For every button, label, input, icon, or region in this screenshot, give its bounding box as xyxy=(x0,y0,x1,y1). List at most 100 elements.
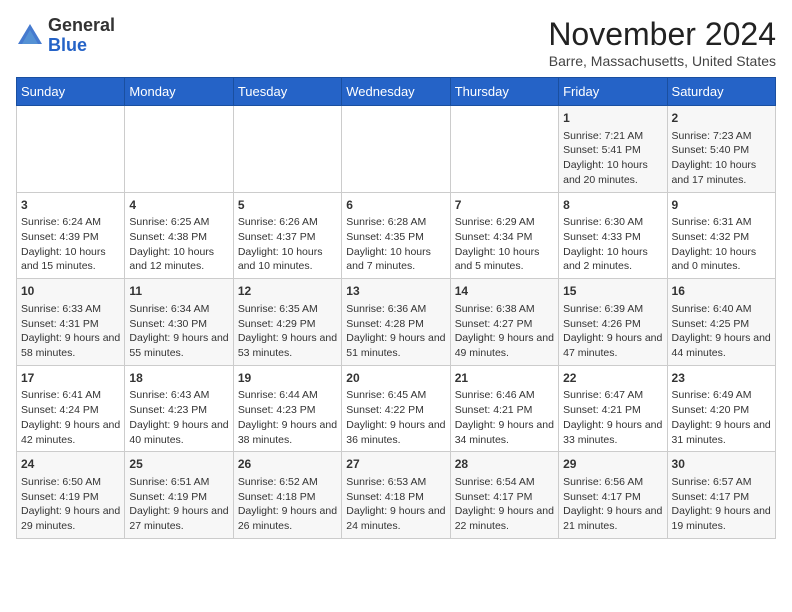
day-number: 14 xyxy=(455,283,554,300)
day-info: Daylight: 10 hours and 10 minutes. xyxy=(238,245,337,274)
calendar-cell xyxy=(342,106,450,193)
day-info: Daylight: 9 hours and 40 minutes. xyxy=(129,418,228,447)
day-info: Daylight: 9 hours and 21 minutes. xyxy=(563,504,662,533)
day-info: Sunset: 4:19 PM xyxy=(129,490,228,505)
day-info: Daylight: 10 hours and 17 minutes. xyxy=(672,158,771,187)
logo-general-text: General xyxy=(48,16,115,36)
day-info: Sunset: 4:20 PM xyxy=(672,403,771,418)
day-info: Sunrise: 6:31 AM xyxy=(672,215,771,230)
weekday-tuesday: Tuesday xyxy=(233,78,341,106)
day-info: Sunset: 4:39 PM xyxy=(21,230,120,245)
day-info: Daylight: 10 hours and 12 minutes. xyxy=(129,245,228,274)
day-info: Daylight: 9 hours and 58 minutes. xyxy=(21,331,120,360)
day-number: 25 xyxy=(129,456,228,473)
title-area: November 2024 Barre, Massachusetts, Unit… xyxy=(548,16,776,69)
calendar-cell: 20Sunrise: 6:45 AMSunset: 4:22 PMDayligh… xyxy=(342,365,450,452)
day-info: Sunset: 4:30 PM xyxy=(129,317,228,332)
day-info: Sunset: 4:35 PM xyxy=(346,230,445,245)
calendar-cell: 24 Sunrise: 6:50 AMSunset: 4:19 PMDayligh… xyxy=(17,452,125,539)
calendar-header: SundayMondayTuesdayWednesdayThursdayFrid… xyxy=(17,78,776,106)
day-number: 5 xyxy=(238,197,337,214)
day-info: Sunset: 5:40 PM xyxy=(672,143,771,158)
day-info: Sunrise: 6:41 AM xyxy=(21,388,120,403)
day-number: 22 xyxy=(563,370,662,387)
day-number: 29 xyxy=(563,456,662,473)
day-number: 2 xyxy=(672,110,771,127)
weekday-sunday: Sunday xyxy=(17,78,125,106)
day-info: Sunset: 4:37 PM xyxy=(238,230,337,245)
day-number: 21 xyxy=(455,370,554,387)
day-info: Sunset: 4:29 PM xyxy=(238,317,337,332)
day-info: Sunrise: 6:47 AM xyxy=(563,388,662,403)
calendar-cell: 25Sunrise: 6:51 AMSunset: 4:19 PMDayligh… xyxy=(125,452,233,539)
day-number: 20 xyxy=(346,370,445,387)
calendar-cell xyxy=(125,106,233,193)
calendar-cell: 21Sunrise: 6:46 AMSunset: 4:21 PMDayligh… xyxy=(450,365,558,452)
day-info: Sunset: 4:18 PM xyxy=(346,490,445,505)
day-info: Sunrise: 6:35 AM xyxy=(238,302,337,317)
day-number: 18 xyxy=(129,370,228,387)
day-info: Sunset: 4:23 PM xyxy=(129,403,228,418)
week-row-3: 10Sunrise: 6:33 AMSunset: 4:31 PMDayligh… xyxy=(17,279,776,366)
logo-icon xyxy=(16,22,44,50)
day-info: Sunset: 4:19 PM xyxy=(21,490,120,505)
calendar-cell: 2Sunrise: 7:23 AMSunset: 5:40 PMDaylight… xyxy=(667,106,775,193)
calendar-cell: 8Sunrise: 6:30 AMSunset: 4:33 PMDaylight… xyxy=(559,192,667,279)
day-info: Sunset: 4:17 PM xyxy=(563,490,662,505)
day-info: Daylight: 10 hours and 2 minutes. xyxy=(563,245,662,274)
day-info: Sunrise: 6:54 AM xyxy=(455,475,554,490)
day-number: 17 xyxy=(21,370,120,387)
calendar-cell: 16Sunrise: 6:40 AMSunset: 4:25 PMDayligh… xyxy=(667,279,775,366)
calendar-subtitle: Barre, Massachusetts, United States xyxy=(548,53,776,69)
calendar-cell: 14Sunrise: 6:38 AMSunset: 4:27 PMDayligh… xyxy=(450,279,558,366)
day-info: Sunset: 4:28 PM xyxy=(346,317,445,332)
day-info: Sunrise: 7:21 AM xyxy=(563,129,662,144)
day-info: Daylight: 9 hours and 22 minutes. xyxy=(455,504,554,533)
day-info: Sunrise: 6:33 AM xyxy=(21,302,120,317)
calendar-cell: 4Sunrise: 6:25 AMSunset: 4:38 PMDaylight… xyxy=(125,192,233,279)
day-info: Sunrise: 6:39 AM xyxy=(563,302,662,317)
calendar-cell: 30Sunrise: 6:57 AMSunset: 4:17 PMDayligh… xyxy=(667,452,775,539)
weekday-saturday: Saturday xyxy=(667,78,775,106)
week-row-4: 17Sunrise: 6:41 AMSunset: 4:24 PMDayligh… xyxy=(17,365,776,452)
day-number: 7 xyxy=(455,197,554,214)
day-info: Daylight: 9 hours and 51 minutes. xyxy=(346,331,445,360)
day-number: 10 xyxy=(21,283,120,300)
day-number: 3 xyxy=(21,197,120,214)
day-info: Sunset: 4:22 PM xyxy=(346,403,445,418)
day-info: Sunrise: 6:50 AM xyxy=(21,475,120,490)
weekday-friday: Friday xyxy=(559,78,667,106)
calendar-cell: 9Sunrise: 6:31 AMSunset: 4:32 PMDaylight… xyxy=(667,192,775,279)
day-number: 11 xyxy=(129,283,228,300)
logo-blue-text: Blue xyxy=(48,36,115,56)
calendar-cell: 13Sunrise: 6:36 AMSunset: 4:28 PMDayligh… xyxy=(342,279,450,366)
calendar-cell: 26Sunrise: 6:52 AMSunset: 4:18 PMDayligh… xyxy=(233,452,341,539)
day-info: Sunrise: 6:24 AM xyxy=(21,215,120,230)
day-info: Daylight: 10 hours and 15 minutes. xyxy=(21,245,120,274)
day-info: Daylight: 10 hours and 0 minutes. xyxy=(672,245,771,274)
day-info: Daylight: 9 hours and 29 minutes. xyxy=(21,504,120,533)
calendar-cell: 17Sunrise: 6:41 AMSunset: 4:24 PMDayligh… xyxy=(17,365,125,452)
calendar-cell: 22Sunrise: 6:47 AMSunset: 4:21 PMDayligh… xyxy=(559,365,667,452)
day-info: Daylight: 9 hours and 19 minutes. xyxy=(672,504,771,533)
day-number: 15 xyxy=(563,283,662,300)
week-row-1: 1Sunrise: 7:21 AMSunset: 5:41 PMDaylight… xyxy=(17,106,776,193)
day-info: Daylight: 9 hours and 27 minutes. xyxy=(129,504,228,533)
day-number: 4 xyxy=(129,197,228,214)
calendar-cell: 15Sunrise: 6:39 AMSunset: 4:26 PMDayligh… xyxy=(559,279,667,366)
day-info: Sunrise: 6:57 AM xyxy=(672,475,771,490)
calendar-cell xyxy=(450,106,558,193)
calendar-cell: 28Sunrise: 6:54 AMSunset: 4:17 PMDayligh… xyxy=(450,452,558,539)
calendar-cell xyxy=(17,106,125,193)
calendar-table: SundayMondayTuesdayWednesdayThursdayFrid… xyxy=(16,77,776,539)
day-info: Sunset: 4:38 PM xyxy=(129,230,228,245)
weekday-header-row: SundayMondayTuesdayWednesdayThursdayFrid… xyxy=(17,78,776,106)
day-number: 13 xyxy=(346,283,445,300)
day-info: Sunrise: 6:40 AM xyxy=(672,302,771,317)
day-number: 24 xyxy=(21,456,120,473)
day-info: Sunset: 4:34 PM xyxy=(455,230,554,245)
calendar-cell: 18Sunrise: 6:43 AMSunset: 4:23 PMDayligh… xyxy=(125,365,233,452)
day-info: Sunset: 4:31 PM xyxy=(21,317,120,332)
calendar-cell: 10 Sunrise: 6:33 AMSunset: 4:31 PMDayligh… xyxy=(17,279,125,366)
day-info: Daylight: 9 hours and 31 minutes. xyxy=(672,418,771,447)
